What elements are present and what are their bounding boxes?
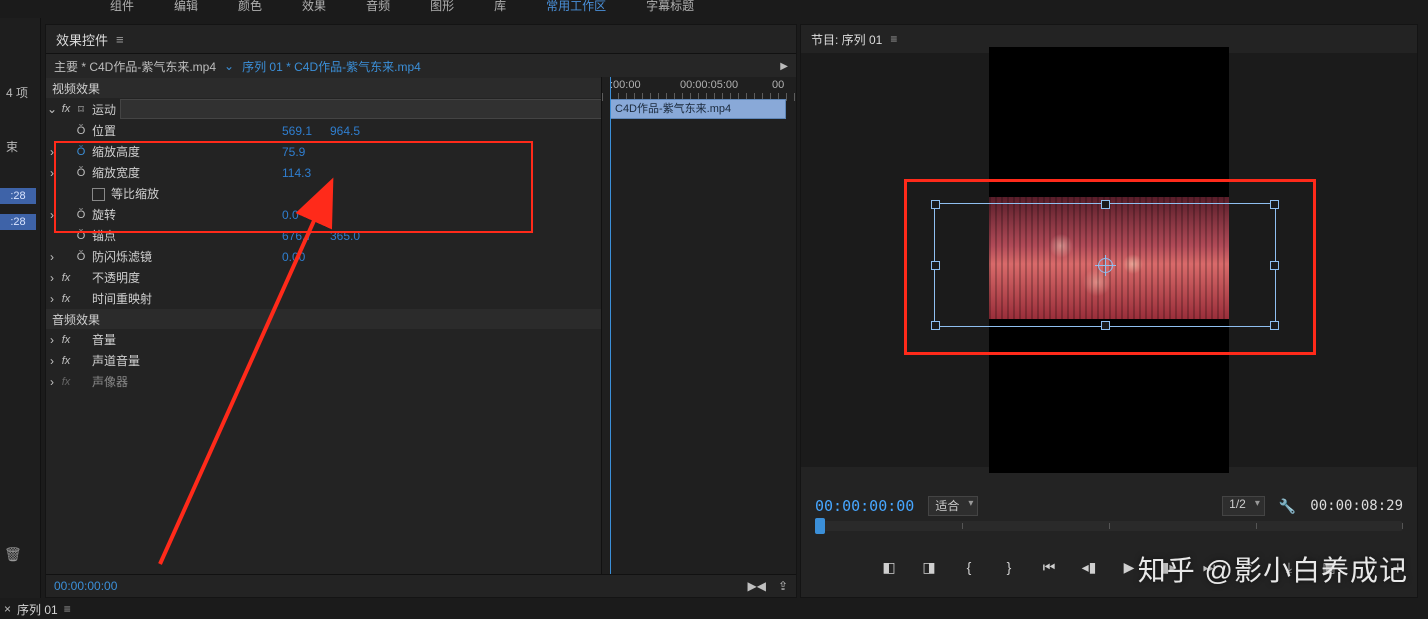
value[interactable]: 365.0 xyxy=(330,229,378,243)
path-main: 主要 * C4D作品-紫气东来.mp4 xyxy=(54,58,216,75)
effect-controls-panel: 效果控件 ≡ 主要 * C4D作品-紫气东来.mp4 ⌄ 序列 01 * C4D… xyxy=(45,24,797,598)
motion-label: 运动 xyxy=(88,101,116,118)
menu-item[interactable]: 库 xyxy=(494,0,506,14)
prop-label: 音量 xyxy=(88,331,282,348)
panel-menu-icon[interactable]: ≡ xyxy=(116,32,124,47)
chevron-icon[interactable]: ⌄ xyxy=(224,59,234,73)
mini-ruler[interactable]: :00:00 00:00:05:00 00 xyxy=(602,77,796,101)
loop-icon[interactable]: ▶◀ xyxy=(747,579,765,593)
program-info-bar: 00:00:00:00 适合 1/2 🔧 00:00:08:29 xyxy=(801,493,1417,519)
menu-item[interactable]: 字幕标题 xyxy=(646,0,694,14)
step-back-icon[interactable]: ⏮ xyxy=(1040,559,1058,576)
prop-label: 位置 xyxy=(88,122,282,139)
value[interactable]: 0.00 xyxy=(282,250,330,264)
prop-label: 等比缩放 xyxy=(111,187,159,201)
menu-item[interactable]: 组件 xyxy=(110,0,134,14)
menu-item[interactable]: 效果 xyxy=(302,0,326,14)
strip-badge[interactable]: :28 xyxy=(0,188,36,204)
resolution-select[interactable]: 1/2 xyxy=(1222,496,1265,516)
mini-timeline[interactable]: :00:00 00:00:05:00 00 C4D作品-紫气东来.mp4 xyxy=(601,77,796,597)
ruler-tick: 00 xyxy=(772,79,784,91)
program-scrubber[interactable] xyxy=(801,521,1417,545)
prop-label: 缩放高度 xyxy=(88,143,282,160)
path-sequence[interactable]: 序列 01 * C4D作品-紫气东来.mp4 xyxy=(242,58,421,75)
export-frame-icon[interactable]: ▣ xyxy=(1320,559,1338,576)
trash-icon[interactable]: 🗑 xyxy=(4,546,22,563)
project-strip: 4 项 束 :28 :28 🗑 xyxy=(0,18,41,598)
settings-icon[interactable]: 🔧 xyxy=(1279,498,1296,515)
panel-title: 效果控件 xyxy=(56,30,108,49)
panel-title: 节目: 序列 01 xyxy=(811,31,882,48)
value[interactable]: 114.3 xyxy=(282,166,330,180)
sequence-tab[interactable]: × 序列 01 ≡ xyxy=(4,599,71,619)
playhead[interactable] xyxy=(610,77,611,597)
close-icon[interactable]: × xyxy=(4,602,11,616)
prop-label: 声像器 xyxy=(88,373,282,390)
prop-label: 防闪烁滤镜 xyxy=(88,248,282,265)
go-in-icon[interactable]: { xyxy=(960,559,978,575)
step-fwd-icon[interactable]: ⏭ xyxy=(1200,559,1218,576)
selection-box[interactable] xyxy=(934,203,1276,327)
lift-icon[interactable]: ⤒ xyxy=(1240,559,1258,576)
panel-header: 效果控件 ≡ xyxy=(46,25,796,54)
mark-out-icon[interactable]: ◨ xyxy=(920,559,938,576)
top-menu: 组件 编辑 颜色 效果 音频 图形 库 常用工作区 字幕标题 xyxy=(0,0,1428,10)
stopwatch-icon[interactable]: Ŏ xyxy=(74,167,88,179)
value[interactable]: 964.5 xyxy=(330,124,378,138)
prop-label: 时间重映射 xyxy=(88,290,282,307)
effect-controls-footer: 00:00:00:00 ▶◀ ⇪ xyxy=(46,574,796,597)
prop-label: 不透明度 xyxy=(88,269,282,286)
stopwatch-icon[interactable]: Ŏ xyxy=(74,146,88,158)
mask-icon[interactable]: ⌑ xyxy=(74,103,88,116)
menu-item[interactable]: 图形 xyxy=(430,0,454,14)
frame-fwd-icon[interactable]: ▮▸ xyxy=(1160,559,1178,576)
prop-label: 旋转 xyxy=(88,206,282,223)
prop-label: 声道音量 xyxy=(88,352,282,369)
add-button-icon[interactable]: + xyxy=(1392,558,1403,579)
ruler-tick: :00:00 xyxy=(610,79,641,91)
play-mini-icon[interactable]: ▶ xyxy=(780,61,788,72)
strip-label: 束 xyxy=(6,138,18,155)
clip-path-bar: 主要 * C4D作品-紫气东来.mp4 ⌄ 序列 01 * C4D作品-紫气东来… xyxy=(46,54,796,78)
zoom-fit-select[interactable]: 适合 xyxy=(928,496,978,516)
menu-item[interactable]: 音频 xyxy=(366,0,390,14)
prop-label: 锚点 xyxy=(88,227,282,244)
frame-back-icon[interactable]: ◂▮ xyxy=(1080,559,1098,576)
value[interactable]: 0.0 xyxy=(282,208,330,222)
extract-icon[interactable]: ⤓ xyxy=(1280,559,1298,576)
value[interactable]: 676.7 xyxy=(282,229,330,243)
export-icon[interactable]: ⇪ xyxy=(778,579,788,593)
menu-item[interactable]: 编辑 xyxy=(174,0,198,14)
menu-item[interactable]: 颜色 xyxy=(238,0,262,14)
transport-controls: ◧ ◨ { } ⏮ ◂▮ ▶ ▮▸ ⏭ ⤒ ⤓ ▣ xyxy=(801,551,1417,583)
prop-label: 缩放宽度 xyxy=(88,164,282,181)
sequence-name: 序列 01 xyxy=(17,601,58,618)
section-label: 音频效果 xyxy=(52,311,100,328)
tab-menu-icon[interactable]: ≡ xyxy=(64,602,71,616)
program-monitor[interactable] xyxy=(801,53,1417,467)
menu-item-active[interactable]: 常用工作区 xyxy=(546,0,606,14)
program-monitor-panel: 节目: 序列 01 ≡ 00:00:00:00 适合 1/2 🔧 00:00:0… xyxy=(800,24,1418,598)
mark-in-icon[interactable]: ◧ xyxy=(880,559,898,576)
go-out-icon[interactable]: } xyxy=(1000,559,1018,575)
anchor-crosshair-icon[interactable] xyxy=(1098,258,1113,273)
panel-menu-icon[interactable]: ≡ xyxy=(890,32,897,46)
clip-bar[interactable]: C4D作品-紫气东来.mp4 xyxy=(610,99,786,119)
value[interactable]: 75.9 xyxy=(282,145,330,159)
section-label: 视频效果 xyxy=(52,80,100,97)
play-icon[interactable]: ▶ xyxy=(1120,559,1138,576)
ruler-tick: 00:00:05:00 xyxy=(680,79,738,91)
strip-badge[interactable]: :28 xyxy=(0,214,36,230)
uniform-scale-checkbox[interactable] xyxy=(92,188,105,201)
current-timecode[interactable]: 00:00:00:00 xyxy=(815,497,914,515)
footer-timecode[interactable]: 00:00:00:00 xyxy=(54,579,117,593)
value[interactable]: 569.1 xyxy=(282,124,330,138)
item-count: 4 项 xyxy=(6,84,28,101)
scrubber-knob[interactable] xyxy=(815,518,825,534)
total-timecode: 00:00:08:29 xyxy=(1310,498,1403,514)
